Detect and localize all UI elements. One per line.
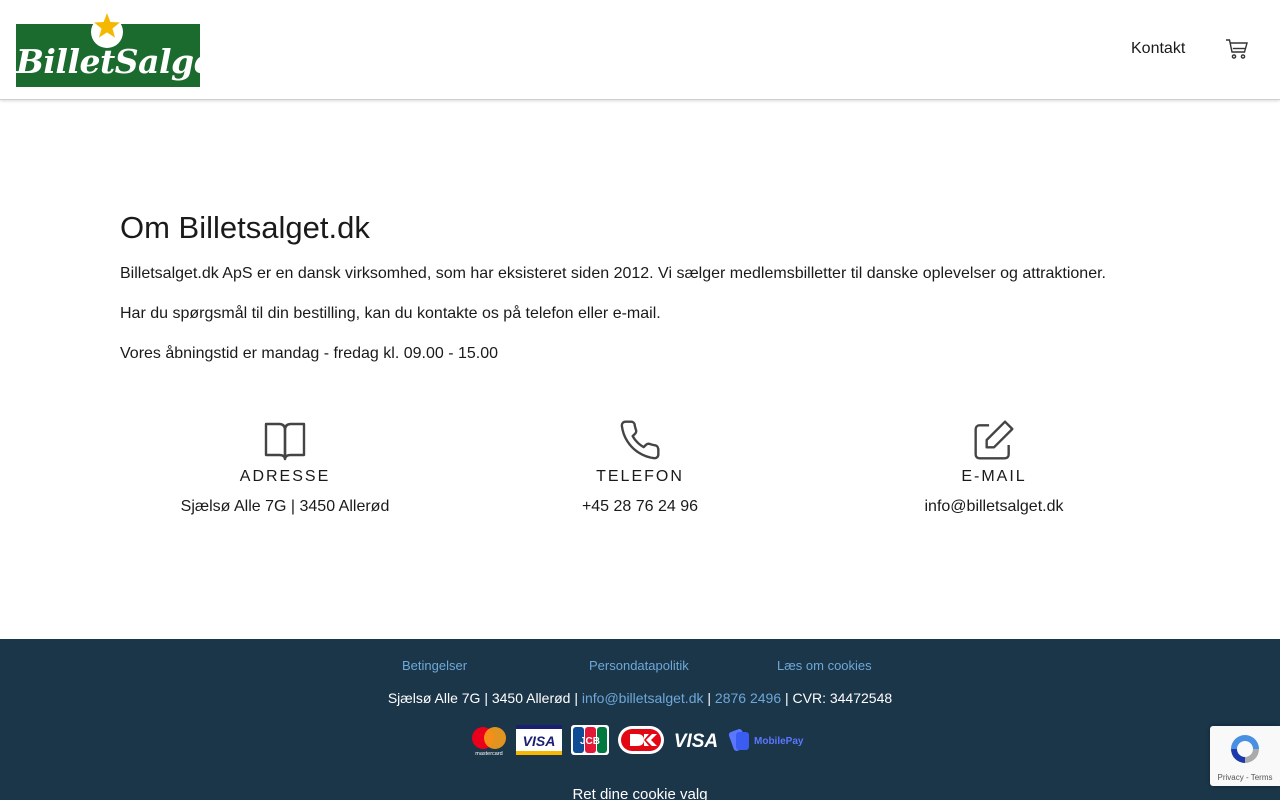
- visa-label: VISA: [523, 733, 556, 749]
- cookie-settings-link[interactable]: Ret dine cookie valg: [0, 786, 1280, 800]
- jcb-label: JCB: [580, 736, 600, 747]
- footer-separator: |: [707, 690, 712, 706]
- footer-address-text: Sjælsø Alle 7G | 3450 Allerød |: [387, 690, 578, 706]
- about-section: Om Billetsalget.dk Billetsalget.dk ApS e…: [120, 210, 1160, 384]
- dankort-icon: [618, 726, 664, 754]
- footer-phone-link[interactable]: 2876 2496: [715, 690, 781, 706]
- email-heading: E-MAIL: [961, 468, 1027, 485]
- about-paragraph: Billetsalget.dk ApS er en dansk virksomh…: [120, 265, 1106, 282]
- mobilepay-icon: MobilePay: [728, 729, 804, 751]
- site-footer: Betingelser Persondatapolitik Læs om coo…: [0, 639, 1280, 800]
- cart-icon[interactable]: [1225, 38, 1249, 60]
- visa-electron-label: VISA: [674, 731, 718, 752]
- phone-block: TELEFON +45 28 76 24 96: [470, 418, 810, 516]
- footer-link-cookies[interactable]: Læs om cookies: [777, 658, 872, 673]
- site-header: BilletSalget Kontakt: [0, 0, 1280, 100]
- footer-link-privacy[interactable]: Persondatapolitik: [589, 658, 689, 673]
- recaptcha-icon: [1231, 735, 1259, 763]
- footer-cvr: | CVR: 34472548: [785, 690, 893, 706]
- phone-heading: TELEFON: [596, 468, 684, 485]
- address-value: Sjælsø Alle 7G | 3450 Allerød: [180, 498, 390, 515]
- page-title: Om Billetsalget.dk: [120, 210, 370, 245]
- contact-paragraph: Har du spørgsmål til din bestilling, kan…: [120, 305, 661, 322]
- logo-text: BilletSalget: [16, 42, 229, 81]
- billetsalget-logo[interactable]: BilletSalget: [16, 12, 229, 87]
- email-value[interactable]: info@billetsalget.dk: [824, 498, 1164, 516]
- footer-links: Betingelser Persondatapolitik Læs om coo…: [0, 658, 1280, 678]
- star-icon: [94, 13, 120, 38]
- address-block: ADRESSE Sjælsø Alle 7G | 3450 Allerød: [115, 418, 455, 516]
- mastercard-label: mastercard: [475, 751, 503, 757]
- footer-link-terms[interactable]: Betingelser: [402, 658, 467, 673]
- phone-icon: [620, 420, 660, 460]
- footer-email-link[interactable]: info@billetsalget.dk: [582, 690, 704, 706]
- address-heading: ADRESSE: [239, 468, 331, 485]
- visa-icon: VISA: [516, 725, 562, 755]
- mobilepay-label: MobilePay: [754, 736, 804, 747]
- email-block: E-MAIL info@billetsalget.dk: [824, 418, 1164, 516]
- visa-electron-icon: VISA: [674, 731, 718, 752]
- phone-value[interactable]: +45 28 76 24 96: [470, 498, 810, 516]
- mastercard-icon: mastercard: [472, 727, 506, 757]
- recaptcha-badge[interactable]: Privacy - Terms: [1210, 726, 1280, 786]
- jcb-icon: JCB: [571, 725, 609, 755]
- footer-address: Sjælsø Alle 7G | 3450 Allerød | info@bil…: [0, 690, 1280, 706]
- book-icon: [264, 422, 306, 461]
- recaptcha-terms[interactable]: Privacy - Terms: [1210, 773, 1280, 782]
- edit-icon: [974, 420, 1014, 460]
- opening-hours-paragraph: Vores åbningstid er mandag - fredag kl. …: [120, 345, 499, 362]
- nav-contact-link[interactable]: Kontakt: [1131, 40, 1185, 58]
